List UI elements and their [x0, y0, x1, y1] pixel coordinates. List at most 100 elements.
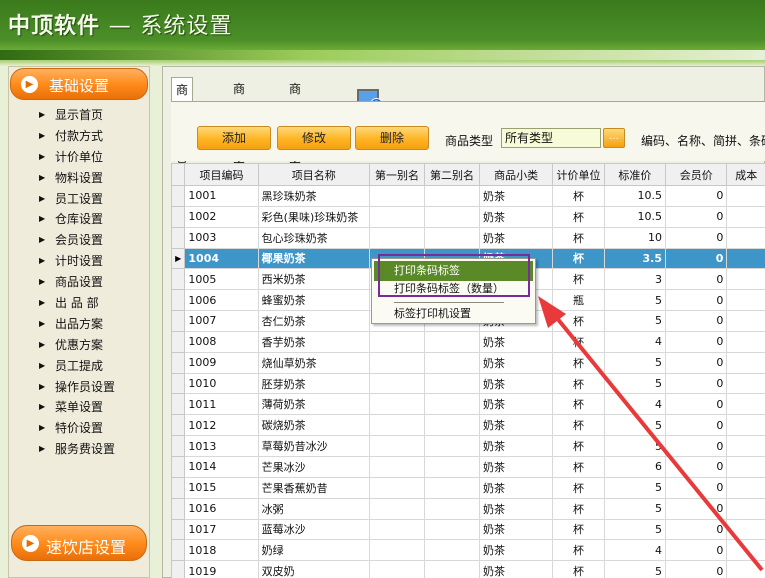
triangle-right-icon: ▶ [39, 214, 46, 224]
table-cell: 胚芽奶茶 [257, 372, 370, 395]
column-header[interactable]: 第一别名 [368, 163, 425, 186]
menu-item-label-printer-settings[interactable]: 标签打印机设置 [374, 304, 533, 324]
column-header[interactable]: 第二别名 [423, 163, 481, 186]
tab-product-category[interactable]: 商品大类 [229, 77, 249, 168]
sidebar-item[interactable]: ▶ 物料设置 [9, 168, 149, 189]
table-row[interactable]: 1019 双皮奶 奶茶杯 5 0 [171, 560, 765, 578]
table-cell: 0 [665, 539, 728, 562]
table-cell [423, 560, 481, 578]
table-cell: 0 [665, 455, 728, 478]
table-cell: 3.5 [603, 247, 667, 270]
tab-product-subcategory[interactable]: 商品小类 [285, 77, 305, 168]
table-cell: 6 [603, 455, 667, 478]
table-row[interactable]: 1012 碳烧奶茶 奶茶杯 5 0 [171, 414, 765, 437]
table-cell [368, 372, 425, 395]
table-row[interactable]: 1017 蓝莓冰沙 奶茶杯 5 0 [171, 518, 765, 541]
app-brand: 中顶软件 [8, 14, 101, 39]
table-cell: 杯 [552, 518, 605, 541]
table-row[interactable]: 1014 芒果冰沙 奶茶杯 6 0 [171, 455, 765, 478]
table-row[interactable]: 1015 芒果香蕉奶昔 奶茶杯 5 0 [171, 476, 765, 499]
table-row[interactable]: 1001 黑珍珠奶茶 奶茶杯 10.5 0 [171, 185, 765, 207]
table-cell [368, 435, 425, 457]
row-indicator [171, 414, 186, 437]
table-cell: 奶茶 [478, 497, 554, 520]
sidebar-item[interactable]: ▶ 付款方式 [9, 126, 149, 147]
table-row[interactable]: 1011 薄荷奶茶 奶茶杯 4 0 [171, 393, 765, 416]
edit-button[interactable]: 修改 [277, 126, 351, 150]
table-cell: 0 [665, 289, 728, 312]
sidebar-item[interactable]: ▶ 商品设置 [9, 272, 149, 293]
product-type-select[interactable]: 所有类型 [501, 128, 601, 148]
triangle-right-icon: ▶ [39, 360, 46, 370]
triangle-right-icon: ▶ [39, 277, 46, 287]
table-cell [423, 393, 481, 416]
table-cell [423, 497, 481, 520]
table-row[interactable]: 1008 香芋奶茶 奶茶杯 4 0 [171, 330, 765, 353]
table-cell [423, 372, 481, 395]
sidebar-header-basic-settings[interactable]: ▶ 基础设置 [10, 68, 148, 100]
sidebar-item[interactable]: ▶ 仓库设置 [9, 209, 149, 230]
table-cell [368, 205, 425, 228]
sidebar-item[interactable]: ▶ 员工设置 [9, 189, 149, 210]
sidebar-item[interactable]: ▶ 计时设置 [9, 251, 149, 272]
column-header[interactable]: 会员价 [665, 163, 728, 186]
column-header[interactable]: 计价单位 [552, 163, 605, 186]
delete-button[interactable]: 删除 [355, 126, 429, 150]
table-cell: 杯 [552, 393, 605, 416]
table-cell: 1010 [184, 372, 259, 395]
table-cell [726, 351, 765, 374]
play-circle-icon: ▶ [21, 76, 38, 93]
column-header[interactable]: 项目编码 [184, 163, 259, 186]
column-header[interactable]: 标准价 [603, 163, 667, 186]
table-cell: 1013 [184, 435, 259, 457]
sidebar-item[interactable]: ▶ 服务费设置 [9, 439, 149, 460]
sidebar-item-label: 特价设置 [55, 421, 104, 436]
table-row[interactable]: 1010 胚芽奶茶 奶茶杯 5 0 [171, 372, 765, 395]
sidebar-footer-fast-food-settings[interactable]: ▶ 速饮店设置 [11, 525, 147, 561]
add-button[interactable]: 添加 [197, 126, 271, 150]
column-header[interactable]: 商品小类 [478, 163, 554, 186]
table-cell [368, 476, 425, 499]
table-cell: 3 [603, 268, 667, 291]
table-cell: 5 [603, 414, 667, 437]
title-bar: 中顶软件 — 系统设置 [0, 0, 765, 50]
table-cell: 奶茶 [478, 560, 554, 578]
sidebar-item[interactable]: ▶ 出品方案 [9, 314, 149, 335]
table-cell: 0 [665, 372, 728, 395]
table-row[interactable]: 1018 奶绿 奶茶杯 4 0 [171, 539, 765, 562]
sidebar-item[interactable]: ▶ 操作员设置 [9, 377, 149, 398]
sidebar-item[interactable]: ▶ 菜单设置 [9, 397, 149, 418]
table-row[interactable]: 1003 包心珍珠奶茶 奶茶杯 10 0 [171, 226, 765, 249]
table-row[interactable]: 1009 烧仙草奶茶 奶茶杯 5 0 [171, 351, 765, 374]
sidebar-item-label: 计时设置 [55, 254, 104, 269]
table-row[interactable]: 1016 冰粥 奶茶杯 5 0 [171, 497, 765, 520]
table-cell [423, 205, 481, 228]
table-cell: 5 [603, 435, 667, 457]
table-cell: 烧仙草奶茶 [257, 351, 370, 374]
column-header[interactable]: 成本 [726, 163, 765, 186]
sidebar-item[interactable]: ▶ 优惠方案 [9, 335, 149, 356]
table-row[interactable]: 1013 草莓奶昔冰沙 奶茶杯 5 0 [171, 435, 765, 457]
table-row[interactable]: 1002 彩色(果味)珍珠奶茶 奶茶杯 10.5 0 [171, 205, 765, 228]
column-header[interactable]: 项目名称 [257, 163, 370, 186]
sidebar-item[interactable]: ▶ 特价设置 [9, 418, 149, 439]
sidebar-item[interactable]: ▶ 出 品 部 [9, 293, 149, 314]
sidebar-item[interactable]: ▶ 显示首页 [9, 105, 149, 126]
table-cell: 奶茶 [478, 539, 554, 562]
table-cell: 1007 [184, 310, 259, 332]
sidebar-item[interactable]: ▶ 计价单位 [9, 147, 149, 168]
table-cell: 1016 [184, 497, 259, 520]
sidebar-item-label: 付款方式 [55, 128, 104, 143]
table-cell: 4 [603, 393, 667, 416]
table-cell: 0 [665, 476, 728, 499]
table-cell: 冰粥 [257, 497, 370, 520]
table-cell: 蓝莓冰沙 [257, 518, 370, 541]
table-cell [726, 268, 765, 291]
sidebar-item[interactable]: ▶ 员工提成 [9, 356, 149, 377]
table-cell [423, 226, 481, 249]
product-type-more-button[interactable]: ... [603, 128, 625, 148]
table-cell: 5 [603, 476, 667, 499]
title-separator: — [108, 14, 132, 39]
tab-product-info[interactable]: 商品信息 [171, 77, 194, 169]
sidebar-item[interactable]: ▶ 会员设置 [9, 230, 149, 251]
